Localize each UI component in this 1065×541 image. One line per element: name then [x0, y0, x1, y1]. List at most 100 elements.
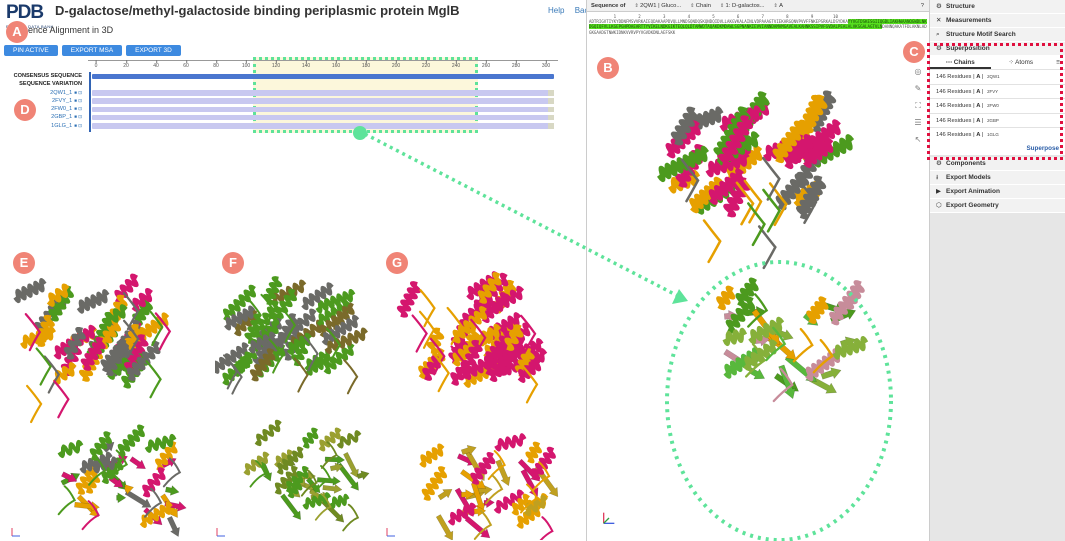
- beta-strand: [166, 515, 180, 538]
- pin-active-button[interactable]: PIN ACTIVE: [4, 45, 58, 56]
- msa-cursor-line: [89, 72, 91, 132]
- msa-chain-label[interactable]: 1GLG_1: [8, 122, 90, 130]
- ruler-tick: 40: [153, 60, 159, 69]
- panel-item-label: Export Models: [946, 173, 991, 181]
- ruler-tick: 140: [301, 60, 311, 69]
- ruler-tick: 100: [241, 60, 251, 69]
- panel-item-measurements[interactable]: ✕ Measurements: [930, 14, 1065, 28]
- beta-strand: [437, 489, 453, 501]
- panel-item-label: Export Animation: [946, 187, 1000, 195]
- alpha-helix: [57, 439, 84, 458]
- alpha-helix: [832, 336, 869, 360]
- panel-item-label: Components: [946, 159, 986, 167]
- axes-icon: [386, 528, 395, 537]
- export-3d-button[interactable]: EXPORT 3D: [126, 45, 181, 56]
- ruler-tick: 260: [481, 60, 491, 69]
- ruler-tick: 200: [391, 60, 401, 69]
- mode-select[interactable]: Chain: [690, 3, 711, 9]
- msa-row-title: SEQUENCE VARIATION: [19, 81, 82, 88]
- alpha-helix: [117, 424, 145, 457]
- ruler-tick: 20: [123, 60, 129, 69]
- panel-item-label: Structure Motif Search: [946, 31, 1016, 38]
- msa-track-bar: [92, 90, 554, 96]
- msa-track-row[interactable]: [90, 105, 560, 113]
- superposed-structure-3d[interactable]: [587, 40, 930, 541]
- msa-track-bar: [92, 98, 554, 104]
- structure-superposition-e[interactable]: [10, 255, 200, 540]
- axes-icon: [11, 528, 20, 537]
- alpha-helix: [396, 281, 422, 318]
- ruler-tick: 80: [213, 60, 219, 69]
- marker-a: A: [6, 21, 28, 43]
- panel-item-structure[interactable]: ⚙ Structure: [930, 0, 1065, 14]
- chain-select[interactable]: 1: D-galactos...: [720, 3, 765, 9]
- structure-motif-search-icon: ⌕: [936, 31, 940, 38]
- msa-track-bar: [92, 106, 554, 113]
- panel-item-label: Export Geometry: [946, 201, 999, 209]
- help-icon[interactable]: ?: [921, 3, 924, 9]
- msa-track-bar: [92, 114, 554, 121]
- panel-item-label: Structure: [946, 3, 975, 10]
- beta-strand: [435, 514, 454, 540]
- panel-item-export-models[interactable]: ⭳ Export Models: [930, 170, 1065, 185]
- msa-track-gap: [548, 98, 554, 104]
- msa-tracks[interactable]: [90, 72, 560, 130]
- structure-superposition-f[interactable]: [215, 255, 380, 540]
- msa-track-row[interactable]: [90, 113, 560, 121]
- panel-item-structure-motif-search[interactable]: ⌕ Structure Motif Search: [930, 28, 1065, 42]
- msa-chain-label[interactable]: 2QW1_1: [8, 89, 90, 97]
- coil-loop: [342, 503, 360, 532]
- coil-loop: [26, 384, 43, 424]
- export-msa-button[interactable]: EXPORT MSA: [61, 45, 123, 56]
- superposition-highlight-box: [927, 43, 1063, 160]
- sequence-panel[interactable]: 1 2 3 4 5 6 7 8 9 10 ADTRIGVTIYKYDDNFMSV…: [589, 14, 928, 35]
- panel-item-label: Measurements: [946, 17, 992, 24]
- ruler-tick: 120: [271, 60, 281, 69]
- ruler-tick: 240: [451, 60, 461, 69]
- alpha-helix: [722, 327, 748, 347]
- msa-track-row[interactable]: [90, 80, 560, 88]
- structure-icon: ⚙: [936, 3, 942, 10]
- alpha-helix: [525, 441, 542, 464]
- ruler-tick: 300: [541, 60, 551, 69]
- coil-loop: [57, 485, 77, 516]
- sequence-highlight-2[interactable]: NDAMAMGAVEALKAHNKSSIPVFGVDALPEALALVKSGAL…: [768, 24, 883, 30]
- ruler-tick: 160: [331, 60, 341, 69]
- coil-loop: [35, 347, 52, 386]
- msa-viewer[interactable]: 0 20 40 60 80 100 120 140 160 180 200 220 240 260 280 3…: [8, 60, 564, 135]
- alpha-helix: [76, 289, 110, 314]
- alpha-helix: [716, 285, 736, 311]
- help-link[interactable]: Help: [548, 6, 564, 15]
- ruler-tick: 280: [511, 60, 521, 69]
- marker-e: E: [13, 252, 35, 274]
- msa-track-gap: [548, 106, 554, 113]
- alpha-helix: [419, 443, 445, 468]
- msa-track-row[interactable]: [90, 97, 560, 105]
- panel-item-export-animation[interactable]: ▶ Export Animation: [930, 184, 1065, 199]
- coil-loop: [53, 380, 70, 419]
- coil-loop: [343, 359, 359, 395]
- page-title: D-galactose/methyl-galactoside binding p…: [55, 3, 460, 18]
- msa-track-row[interactable]: [90, 89, 560, 97]
- measurements-icon: ✕: [936, 17, 942, 24]
- structure-superposition-g[interactable]: [385, 255, 575, 540]
- molstar-viewer[interactable]: Sequence of 2QW1 | Gluco... Chain 1: D-g…: [586, 0, 930, 541]
- msa-track-bar: [92, 73, 554, 79]
- beta-strand: [322, 483, 343, 494]
- msa-track-gap: [548, 123, 554, 129]
- alpha-helix: [302, 427, 319, 449]
- coil-loop: [539, 516, 554, 540]
- alpha-helix: [806, 296, 829, 324]
- beta-strand: [129, 456, 146, 469]
- msa-track-row[interactable]: [90, 122, 560, 130]
- marker-g: G: [386, 252, 408, 274]
- alpha-helix: [80, 336, 106, 371]
- coil-loop: [792, 327, 814, 363]
- msa-track-row[interactable]: [90, 72, 560, 80]
- entry-select[interactable]: 2QW1 | Gluco...: [634, 3, 681, 9]
- asym-select[interactable]: A: [774, 3, 783, 9]
- panel-item-export-geometry[interactable]: ⬡ Export Geometry: [930, 198, 1065, 213]
- msa-track-bar: [92, 82, 554, 88]
- marker-f: F: [222, 252, 244, 274]
- sequence-toolbar: Sequence of 2QW1 | Gluco... Chain 1: D-g…: [587, 0, 930, 12]
